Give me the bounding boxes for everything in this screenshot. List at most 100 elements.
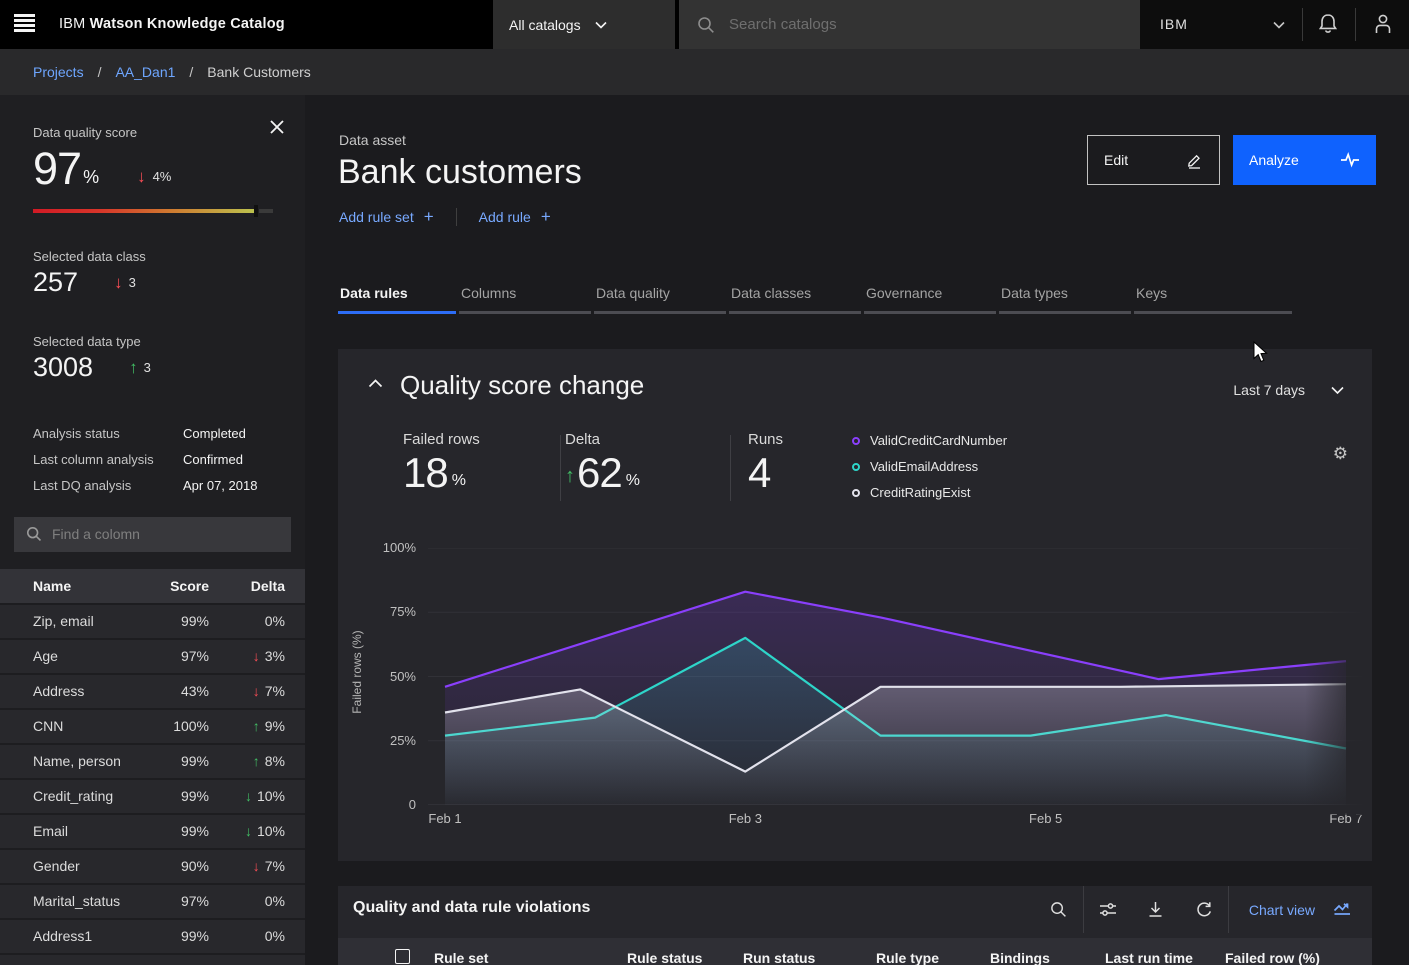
- legend-item[interactable]: CreditRatingExist: [852, 485, 1007, 500]
- legend-item[interactable]: ValidCreditCardNumber: [852, 433, 1007, 448]
- table-row[interactable]: Credit_rating99%↓10%: [0, 778, 305, 813]
- quality-score-card: Quality score change Last 7 days ⚙ Faile…: [338, 349, 1372, 861]
- search-icon[interactable]: [1035, 886, 1083, 933]
- violations-col-header[interactable]: Rule set: [434, 950, 488, 965]
- table-row[interactable]: Age97%↓3%: [0, 638, 305, 673]
- col-header-score[interactable]: Score: [147, 578, 209, 594]
- stat-value-row: 18%: [403, 452, 480, 494]
- card-title: Quality score change: [400, 370, 644, 401]
- table-row[interactable]: Email99%↓10%: [0, 813, 305, 848]
- activity-pulse-icon: [1340, 151, 1360, 169]
- add-rule-link[interactable]: Add rule +: [479, 207, 551, 227]
- time-range-selector[interactable]: Last 7 days: [1233, 382, 1344, 398]
- arrow-up-icon: ↑: [253, 754, 260, 768]
- arrow-down-icon: ↓: [245, 824, 252, 838]
- data-class-value: 257: [33, 266, 78, 298]
- filter-adjust-icon[interactable]: [1084, 886, 1132, 933]
- edit-button-label: Edit: [1104, 152, 1128, 168]
- table-row[interactable]: Gender90%↓7%: [0, 848, 305, 883]
- top-nav: IBM Watson Knowledge Catalog All catalog…: [0, 0, 1409, 49]
- cell-delta: ↑9%: [209, 718, 285, 734]
- notifications-bell-icon[interactable]: [1318, 13, 1338, 35]
- tab-underline: [999, 311, 1131, 314]
- catalog-selector[interactable]: All catalogs: [493, 0, 675, 49]
- meta-value: Confirmed: [183, 452, 243, 467]
- y-axis-tick-label: 100%: [366, 540, 416, 555]
- tab-keys[interactable]: Keys: [1134, 281, 1292, 314]
- violations-col-header[interactable]: Last run time: [1105, 950, 1193, 965]
- cell-delta-value: 7%: [265, 858, 285, 874]
- score-unit: %: [83, 167, 99, 191]
- tab-data-quality[interactable]: Data quality: [594, 281, 726, 314]
- col-header-delta[interactable]: Delta: [209, 578, 285, 594]
- add-rule-set-link[interactable]: Add rule set +: [339, 207, 434, 227]
- table-row[interactable]: Address199%0%: [0, 918, 305, 953]
- cell-score: 97%: [147, 893, 209, 909]
- tab-data-classes[interactable]: Data classes: [729, 281, 861, 314]
- breadcrumb-item[interactable]: Projects: [33, 64, 84, 80]
- breadcrumb-item[interactable]: AA_Dan1: [115, 64, 175, 80]
- cell-score: 99%: [147, 823, 209, 839]
- gear-icon[interactable]: ⚙: [1333, 445, 1348, 462]
- violations-col-header[interactable]: Rule status: [627, 950, 702, 965]
- meta-label: Last column analysis: [33, 452, 183, 467]
- stat-value: 18: [403, 452, 448, 494]
- edit-button[interactable]: Edit: [1087, 135, 1220, 185]
- refresh-icon[interactable]: [1180, 886, 1228, 933]
- table-row[interactable]: Zip, email99%0%: [0, 603, 305, 638]
- close-icon[interactable]: [269, 119, 285, 135]
- table-row[interactable]: Marital_status97%0%: [0, 883, 305, 918]
- score-value: 97: [33, 146, 81, 191]
- tab-data-rules[interactable]: Data rules: [338, 281, 456, 314]
- y-axis-tick-label: 50%: [366, 669, 416, 684]
- cell-name: CNN: [33, 718, 147, 734]
- table-row[interactable]: Name, person99%↑8%: [0, 743, 305, 778]
- y-axis-tick-label: 75%: [366, 604, 416, 619]
- column-search-input[interactable]: [52, 526, 272, 542]
- stat-unit: %: [452, 472, 466, 494]
- tab-governance[interactable]: Governance: [864, 281, 996, 314]
- violations-col-header[interactable]: Rule type: [876, 950, 939, 965]
- cell-name: Address: [33, 683, 147, 699]
- search-icon: [26, 526, 42, 542]
- account-selector-label[interactable]: IBM: [1160, 16, 1188, 32]
- stat-failed-rows: Failed rows18%: [403, 431, 480, 494]
- analyze-button-label: Analyze: [1249, 152, 1299, 168]
- search-input[interactable]: [729, 16, 1069, 33]
- tab-data-types[interactable]: Data types: [999, 281, 1131, 314]
- table-row[interactable]: [0, 953, 305, 965]
- cell-name: Marital_status: [33, 893, 147, 909]
- analyze-button[interactable]: Analyze: [1233, 135, 1376, 185]
- cell-delta-value: 3%: [265, 648, 285, 664]
- main-content: Data asset Bank customers Add rule set +…: [305, 95, 1409, 965]
- cell-delta: ↓3%: [209, 648, 285, 664]
- tab-label: Data types: [1001, 285, 1068, 301]
- collapse-caret-icon[interactable]: [368, 379, 383, 388]
- col-header-name[interactable]: Name: [33, 578, 147, 594]
- legend-label: ValidCreditCardNumber: [870, 433, 1007, 448]
- score-gradient-bar: [33, 209, 273, 213]
- user-avatar-icon[interactable]: [1373, 13, 1393, 35]
- violations-col-header[interactable]: Bindings: [990, 950, 1050, 965]
- chart-view-toggle[interactable]: Chart view: [1229, 901, 1372, 918]
- chevron-down-icon[interactable]: [1273, 21, 1285, 29]
- chevron-down-icon: [1331, 386, 1344, 395]
- meta-row: Last DQ analysisApr 07, 2018: [33, 478, 305, 493]
- menu-icon[interactable]: [14, 14, 35, 34]
- tab-columns[interactable]: Columns: [459, 281, 591, 314]
- select-all-checkbox[interactable]: [395, 949, 410, 964]
- table-row[interactable]: Address43%↓7%: [0, 673, 305, 708]
- violations-col-header[interactable]: Failed row (%): [1225, 950, 1320, 965]
- legend-item[interactable]: ValidEmailAddress: [852, 459, 1007, 474]
- tab-label: Data classes: [731, 285, 811, 301]
- chart-view-icon: [1333, 901, 1352, 918]
- tab-label: Data rules: [340, 285, 408, 301]
- download-icon[interactable]: [1132, 886, 1180, 933]
- stat-runs: Runs4: [748, 431, 783, 494]
- divider: [456, 208, 457, 226]
- tab-underline: [729, 311, 861, 314]
- table-row[interactable]: CNN100%↑9%: [0, 708, 305, 743]
- divider: [1302, 8, 1303, 41]
- violations-col-header[interactable]: Run status: [743, 950, 815, 965]
- cell-score: 99%: [147, 928, 209, 944]
